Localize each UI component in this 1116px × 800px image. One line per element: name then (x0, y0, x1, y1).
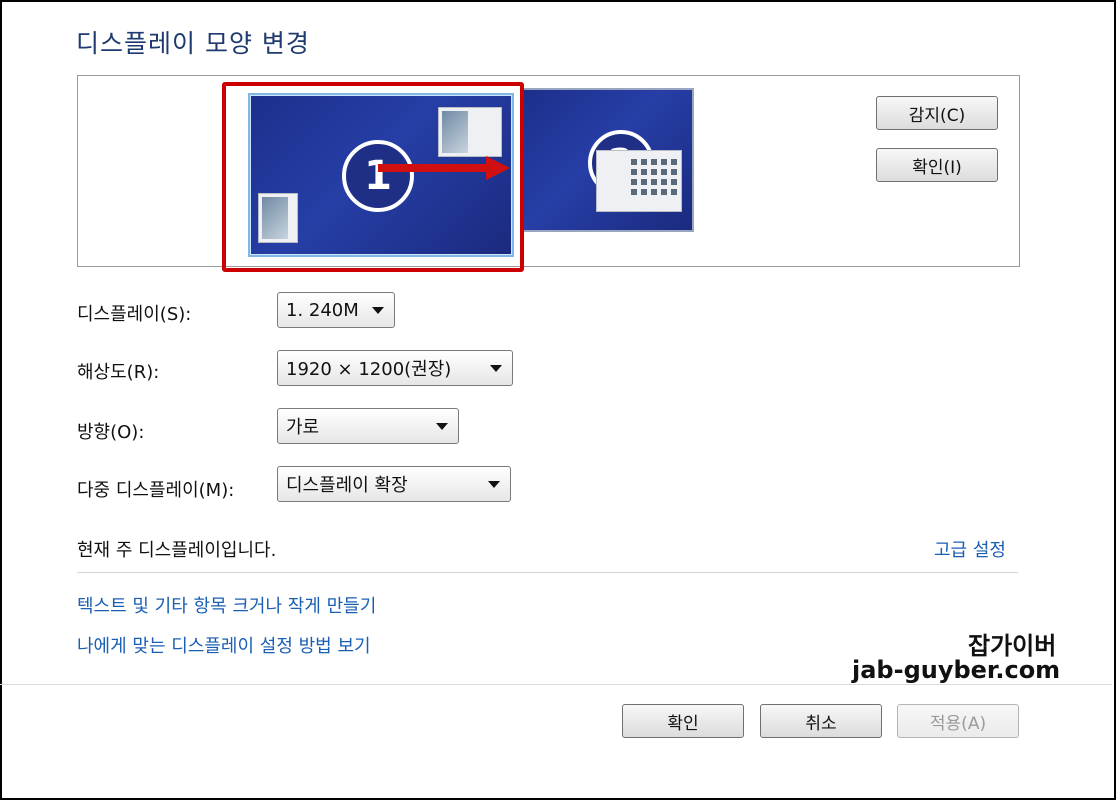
monitor-2[interactable]: 2 (522, 88, 694, 232)
orientation-select-value: 가로 (286, 417, 320, 438)
footer-divider (0, 684, 1112, 685)
divider (77, 572, 1018, 573)
resolution-label: 해상도(R): (77, 362, 160, 383)
orientation-label: 방향(O): (77, 422, 145, 443)
ok-button[interactable]: 확인 (622, 704, 744, 738)
display-help-link[interactable]: 나에게 맞는 디스플레이 설정 방법 보기 (77, 632, 371, 658)
orientation-select[interactable]: 가로 (277, 408, 459, 444)
dropdown-arrow-icon (372, 307, 384, 314)
dropdown-arrow-icon (436, 423, 448, 430)
calculator-window-icon (596, 150, 682, 212)
watermark-url: jab-guyber.com (852, 656, 1061, 684)
display-select[interactable]: 1. 240M (277, 292, 395, 328)
arrow-head-icon (486, 156, 510, 180)
cancel-button[interactable]: 취소 (760, 704, 882, 738)
identify-button[interactable]: 확인(I) (876, 148, 998, 182)
status-text: 현재 주 디스플레이입니다. (77, 540, 277, 561)
detect-button[interactable]: 감지(C) (876, 96, 998, 130)
display-label: 디스플레이(S): (77, 304, 192, 325)
multi-display-select[interactable]: 디스플레이 확장 (277, 466, 511, 502)
display-preview-area: 2 1 감지(C) 확인(I) (77, 75, 1020, 272)
resolution-select-value: 1920 × 1200(권장) (286, 359, 452, 380)
display-select-value: 1. 240M (286, 299, 359, 321)
multi-display-label: 다중 디스플레이(M): (77, 480, 235, 501)
text-size-link[interactable]: 텍스트 및 기타 항목 크거나 작게 만들기 (77, 592, 376, 618)
dropdown-arrow-icon (490, 365, 502, 372)
page-title: 디스플레이 모양 변경 (76, 29, 310, 58)
dropdown-arrow-icon (488, 481, 500, 488)
multi-display-select-value: 디스플레이 확장 (286, 475, 408, 496)
advanced-settings-link[interactable]: 고급 설정 (934, 536, 1006, 562)
selection-highlight-box (222, 82, 524, 272)
arrow-annotation (378, 164, 490, 172)
resolution-select[interactable]: 1920 × 1200(권장) (277, 350, 513, 386)
apply-button[interactable]: 적용(A) (897, 704, 1019, 738)
